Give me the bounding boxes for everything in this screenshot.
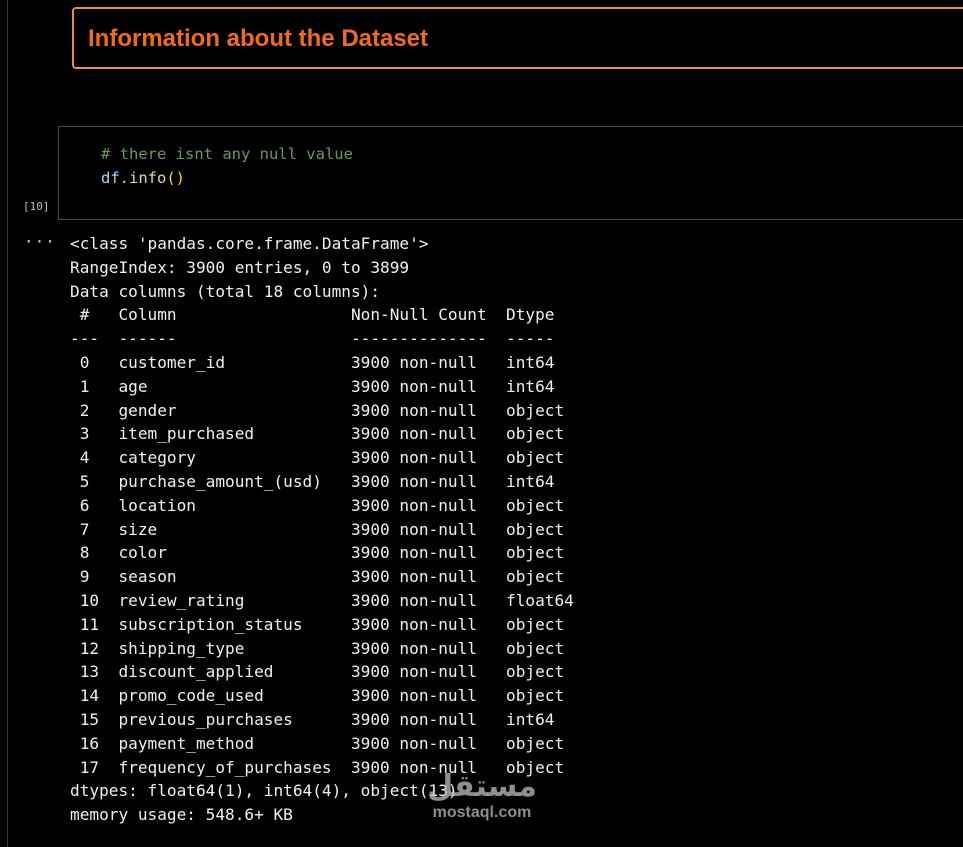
output-table-separator: --- ------ -------------- ----- bbox=[70, 329, 555, 349]
table-row: 0 customer_id 3900 non-null int64 bbox=[70, 352, 555, 372]
markdown-heading: Information about the Dataset bbox=[88, 25, 429, 52]
execution-count: [10] bbox=[23, 200, 50, 213]
code-editor[interactable]: # there isnt any null value df.info() bbox=[101, 142, 353, 190]
output-table-header: # Column Non-Null Count Dtype bbox=[70, 305, 555, 325]
code-function: info bbox=[129, 169, 167, 187]
markdown-cell[interactable]: Information about the Dataset bbox=[72, 7, 963, 69]
table-row: 14 promo_code_used 3900 non-null object bbox=[70, 686, 565, 706]
code-variable: df bbox=[101, 169, 120, 187]
code-dot: . bbox=[119, 169, 130, 187]
output-line: Data columns (total 18 columns): bbox=[70, 281, 381, 301]
code-comment: # there isnt any null value bbox=[101, 145, 353, 163]
table-row: 5 purchase_amount_(usd) 3900 non-null in… bbox=[70, 471, 555, 491]
output-dtypes-summary: dtypes: float64(1), int64(4), object(13) bbox=[70, 781, 458, 801]
table-row: 4 category 3900 non-null object bbox=[70, 448, 565, 468]
table-row: 12 shipping_type 3900 non-null object bbox=[70, 638, 565, 658]
table-row: 13 discount_applied 3900 non-null object bbox=[70, 662, 565, 682]
table-row: 17 frequency_of_purchases 3900 non-null … bbox=[70, 757, 565, 777]
table-row: 15 previous_purchases 3900 non-null int6… bbox=[70, 709, 555, 729]
code-parens: () bbox=[166, 169, 186, 187]
output-line: RangeIndex: 3900 entries, 0 to 3899 bbox=[70, 257, 410, 277]
table-row: 6 location 3900 non-null object bbox=[70, 495, 565, 515]
table-row: 1 age 3900 non-null int64 bbox=[70, 376, 555, 396]
output-memory-usage: memory usage: 548.6+ KB bbox=[70, 805, 293, 825]
table-row: 7 size 3900 non-null object bbox=[70, 519, 565, 539]
table-row: 9 season 3900 non-null object bbox=[70, 567, 565, 587]
table-row: 11 subscription_status 3900 non-null obj… bbox=[70, 614, 565, 634]
table-row: 8 color 3900 non-null object bbox=[70, 543, 565, 563]
table-row: 10 review_rating 3900 non-null float64 bbox=[70, 590, 574, 610]
notebook-left-rail bbox=[7, 0, 8, 847]
table-row: 2 gender 3900 non-null object bbox=[70, 400, 565, 420]
output-line: <class 'pandas.core.frame.DataFrame'> bbox=[70, 234, 429, 253]
table-row: 3 item_purchased 3900 non-null object bbox=[70, 424, 565, 444]
cell-output: <class 'pandas.core.frame.DataFrame'> Ran… bbox=[70, 232, 574, 827]
code-cell[interactable]: # there isnt any null value df.info() bbox=[58, 126, 963, 220]
ellipsis-icon[interactable]: ··· bbox=[24, 232, 56, 251]
table-row: 16 payment_method 3900 non-null object bbox=[70, 733, 565, 753]
